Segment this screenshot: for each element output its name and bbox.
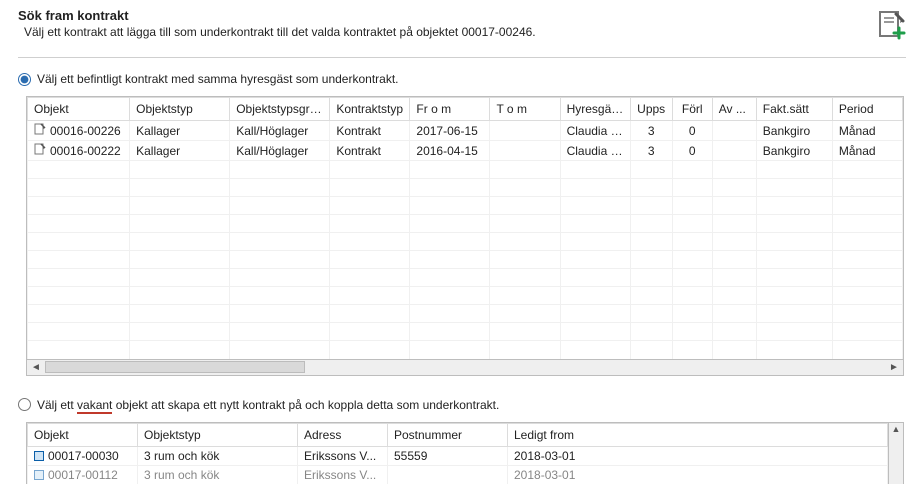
option-vacant-label: Välj ett vakant objekt att skapa ett nyt… <box>37 398 499 412</box>
scroll-thumb[interactable] <box>45 361 305 373</box>
cell-av <box>712 121 756 141</box>
table-row-empty <box>28 215 903 233</box>
cell-fakt: Bankgiro <box>756 141 832 161</box>
cell-grupp: Kall/Höglager <box>230 121 330 141</box>
cell-av <box>712 141 756 161</box>
document-icon <box>34 143 46 158</box>
col-av[interactable]: Av ... <box>712 98 756 121</box>
cell-hg: Claudia E... <box>560 141 630 161</box>
col2-adress[interactable]: Adress <box>298 423 388 446</box>
col2-ledigtfrom[interactable]: Ledigt from <box>508 423 888 446</box>
table-row-empty <box>28 179 903 197</box>
cell-ledig: 2018-03-01 <box>508 465 888 484</box>
cell-period: Månad <box>832 121 902 141</box>
object-icon <box>34 470 44 480</box>
cell-objekt: 00016-00222 <box>50 144 121 158</box>
page-title: Sök fram kontrakt <box>18 8 536 23</box>
object-icon <box>34 451 44 461</box>
cell-otyp: 3 rum och kök <box>138 465 298 484</box>
col-upps[interactable]: Upps <box>630 98 672 121</box>
table-row-empty <box>28 287 903 305</box>
vertical-scrollbar[interactable]: ▲ <box>889 422 904 484</box>
cell-ktyp: Kontrakt <box>330 141 410 161</box>
table-row-empty <box>28 305 903 323</box>
col-objektstyp[interactable]: Objektstyp <box>130 98 230 121</box>
col2-postnummer[interactable]: Postnummer <box>388 423 508 446</box>
page-subtitle: Välj ett kontrakt att lägga till som und… <box>24 25 536 39</box>
cell-ktyp: Kontrakt <box>330 121 410 141</box>
cell-postnr <box>388 465 508 484</box>
option-existing-radio[interactable] <box>18 73 31 86</box>
col2-objektstyp[interactable]: Objektstyp <box>138 423 298 446</box>
option-existing-label: Välj ett befintligt kontrakt med samma h… <box>37 72 399 86</box>
cell-ledig: 2018-03-01 <box>508 446 888 465</box>
opt2-mid: vakant <box>77 398 112 414</box>
cell-grupp: Kall/Höglager <box>230 141 330 161</box>
cell-objektstyp: Kallager <box>130 141 230 161</box>
table-row[interactable]: 00016-00226 KallagerKall/HöglagerKontrakt… <box>28 121 903 141</box>
cell-postnr: 55559 <box>388 446 508 465</box>
cell-upps: 3 <box>630 141 672 161</box>
cell-tom <box>490 141 560 161</box>
cell-objektstyp: Kallager <box>130 121 230 141</box>
cell-from: 2017-06-15 <box>410 121 490 141</box>
cell-hg: Claudia E... <box>560 121 630 141</box>
option-vacant-radio[interactable] <box>18 398 31 411</box>
cell-objekt: 00016-00226 <box>50 124 121 138</box>
table-row-empty <box>28 161 903 179</box>
table-row-empty <box>28 341 903 359</box>
table-row[interactable]: 00016-00222 KallagerKall/HöglagerKontrakt… <box>28 141 903 161</box>
scroll-left-icon[interactable]: ◄ <box>29 361 43 373</box>
cell-otyp: 3 rum och kök <box>138 446 298 465</box>
table-row-empty <box>28 323 903 341</box>
col-hyresgast[interactable]: Hyresgäs... <box>560 98 630 121</box>
new-contract-icon[interactable] <box>876 8 906 43</box>
cell-adress: Erikssons V... <box>298 446 388 465</box>
cell-forl: 0 <box>672 121 712 141</box>
cell-adress: Erikssons V... <box>298 465 388 484</box>
cell-fakt: Bankgiro <box>756 121 832 141</box>
vacant-objects-table[interactable]: Objekt Objektstyp Adress Postnummer Ledi… <box>27 423 888 484</box>
table-row-empty <box>28 197 903 215</box>
col-tom[interactable]: T o m <box>490 98 560 121</box>
col-faktsatt[interactable]: Fakt.sätt <box>756 98 832 121</box>
table-row-empty <box>28 251 903 269</box>
cell-objekt: 00017-00112 <box>48 468 118 482</box>
divider <box>18 57 906 58</box>
col-forl[interactable]: Förl <box>672 98 712 121</box>
col-objektstypsgrupp[interactable]: Objektstypsgrupp <box>230 98 330 121</box>
contracts-table[interactable]: Objekt Objektstyp Objektstypsgrupp Kontr… <box>27 97 903 359</box>
col-kontraktstyp[interactable]: Kontraktstyp <box>330 98 410 121</box>
cell-period: Månad <box>832 141 902 161</box>
opt2-pre: Välj ett <box>37 398 77 412</box>
cell-tom <box>490 121 560 141</box>
scroll-right-icon[interactable]: ► <box>887 361 901 373</box>
cell-objekt: 00017-00030 <box>48 449 119 463</box>
horizontal-scrollbar[interactable]: ◄ ► <box>26 360 904 376</box>
table-row-empty <box>28 233 903 251</box>
opt2-post: objekt att skapa ett nytt kontrakt på oc… <box>112 398 499 412</box>
scroll-up-icon[interactable]: ▲ <box>889 423 903 435</box>
table-row-empty <box>28 269 903 287</box>
cell-from: 2016-04-15 <box>410 141 490 161</box>
col2-objekt[interactable]: Objekt <box>28 423 138 446</box>
document-icon <box>34 123 46 138</box>
cell-forl: 0 <box>672 141 712 161</box>
col-period[interactable]: Period <box>832 98 902 121</box>
table-row[interactable]: 00017-00112 3 rum och kökErikssons V... 20… <box>28 465 888 484</box>
table-row[interactable]: 00017-00030 3 rum och kökErikssons V...55… <box>28 446 888 465</box>
col-objekt[interactable]: Objekt <box>28 98 130 121</box>
cell-upps: 3 <box>630 121 672 141</box>
col-from[interactable]: Fr o m <box>410 98 490 121</box>
